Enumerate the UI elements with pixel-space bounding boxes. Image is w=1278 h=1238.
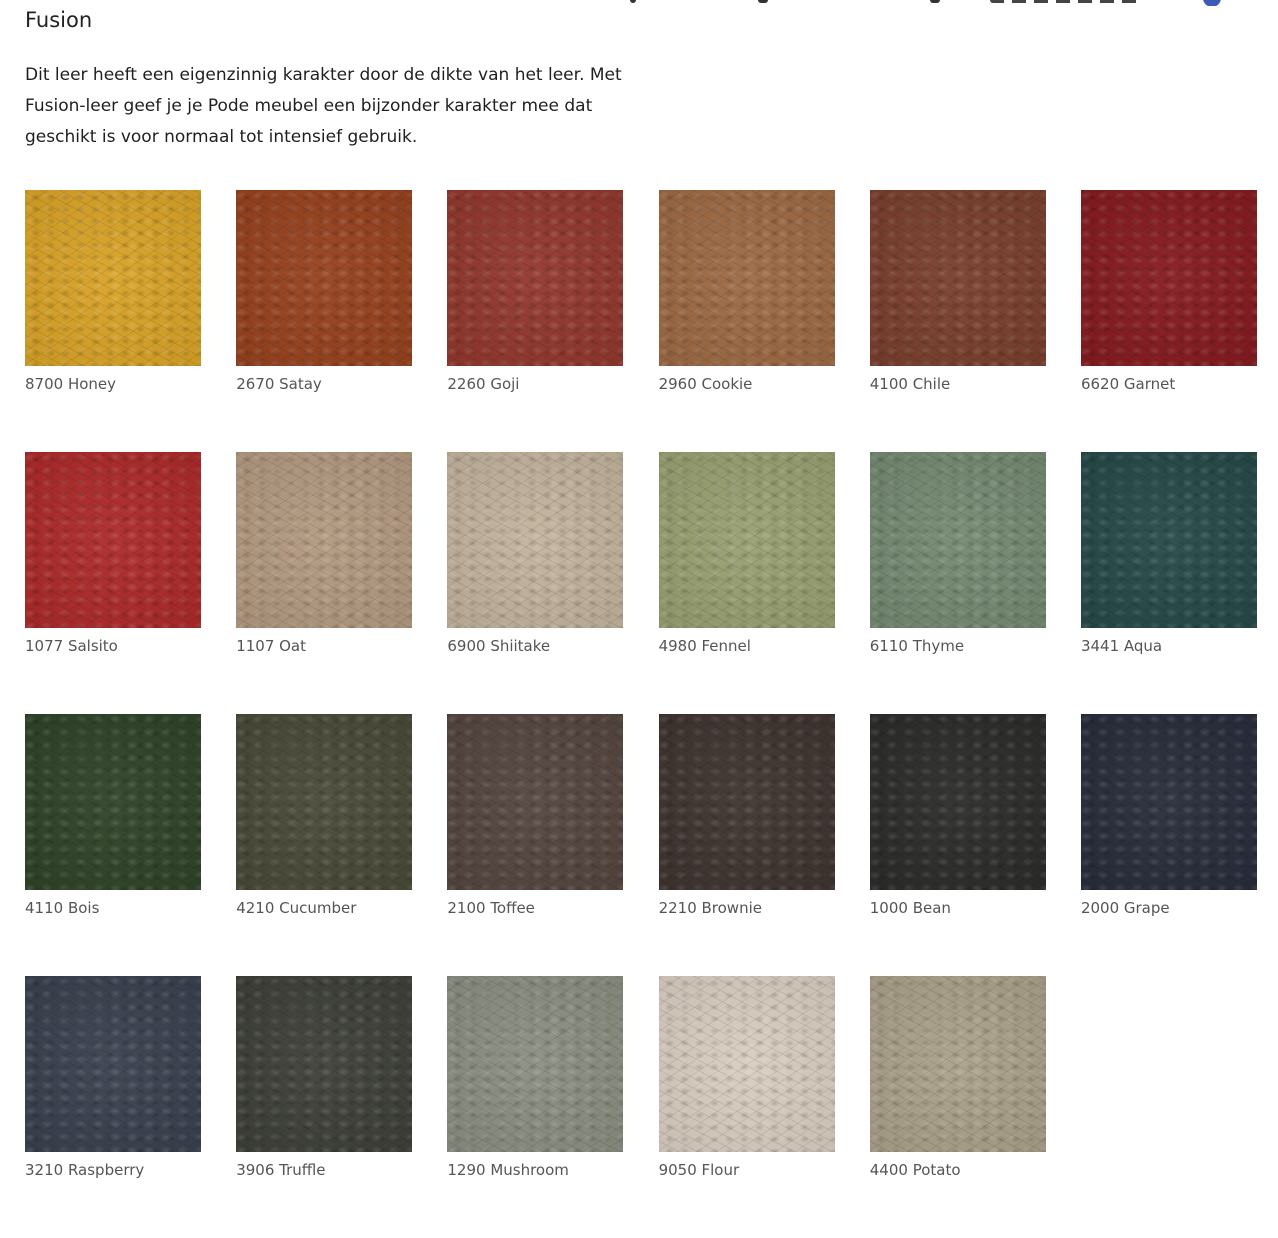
leather-swatch-image[interactable] [447, 190, 624, 366]
leather-swatch-card[interactable]: 6900 Shiitake [447, 452, 624, 714]
leather-swatch-image[interactable] [25, 714, 201, 890]
leather-swatch-image[interactable] [658, 190, 835, 366]
leather-swatch-image[interactable] [236, 714, 413, 890]
leather-swatch-card[interactable]: 1000 Bean [869, 714, 1046, 976]
leather-swatch-card[interactable]: 2000 Grape [1080, 714, 1257, 976]
swatch-label: 2260 Goji [447, 375, 520, 393]
swatch-label: 3441 Aqua [1080, 637, 1163, 655]
leather-swatch-image[interactable] [869, 452, 1046, 628]
leather-swatch-image[interactable] [25, 190, 201, 366]
leather-swatch-card[interactable]: 3906 Truffle [236, 976, 413, 1238]
swatch-label: 1107 Oat [236, 637, 307, 655]
leather-swatch-card[interactable]: 2960 Cookie [658, 190, 835, 452]
leather-swatch-card[interactable]: 1107 Oat [236, 452, 413, 714]
swatch-label: 6900 Shiitake [447, 637, 551, 655]
swatch-label: 2000 Grape [1080, 899, 1170, 917]
nav-fragment [758, 0, 768, 3]
swatch-label: 4210 Cucumber [236, 899, 357, 917]
leather-swatch-image[interactable] [447, 714, 624, 890]
swatch-label: 2960 Cookie [658, 375, 753, 393]
leather-swatch-image[interactable] [658, 452, 835, 628]
leather-swatch-image[interactable] [447, 976, 624, 1152]
leather-swatch-card[interactable]: 4400 Potato [869, 976, 1046, 1238]
leather-swatch-image[interactable] [25, 976, 201, 1152]
nav-fragment [930, 0, 940, 3]
section-title: Fusion [25, 8, 93, 32]
swatch-label: 3210 Raspberry [25, 1161, 145, 1179]
leather-swatch-card[interactable]: 8700 Honey [25, 190, 201, 452]
swatch-label: 6110 Thyme [869, 637, 965, 655]
leather-swatch-card[interactable]: 4210 Cucumber [236, 714, 413, 976]
leather-swatch-image[interactable] [869, 190, 1046, 366]
leather-swatch-card[interactable]: 4100 Chile [869, 190, 1046, 452]
leather-swatch-card[interactable]: 6110 Thyme [869, 452, 1046, 714]
swatch-label: 4100 Chile [869, 375, 951, 393]
leather-swatch-card[interactable]: 2210 Brownie [658, 714, 835, 976]
swatch-label: 2670 Satay [236, 375, 322, 393]
nav-fragment [990, 0, 1140, 3]
leather-swatch-card[interactable]: 1290 Mushroom [447, 976, 624, 1238]
swatch-label: 2210 Brownie [658, 899, 762, 917]
leather-swatch-image[interactable] [1080, 714, 1257, 890]
swatch-label: 4110 Bois [25, 899, 100, 917]
swatch-label: 3906 Truffle [236, 1161, 326, 1179]
swatch-label: 4400 Potato [869, 1161, 961, 1179]
leather-swatch-image[interactable] [658, 714, 835, 890]
swatch-label: 1000 Bean [869, 899, 951, 917]
leather-swatch-image[interactable] [25, 452, 201, 628]
leather-swatch-card[interactable]: 3210 Raspberry [25, 976, 201, 1238]
swatch-label: 1290 Mushroom [447, 1161, 569, 1179]
leather-swatch-image[interactable] [447, 452, 624, 628]
leather-swatch-image[interactable] [236, 452, 413, 628]
leather-swatch-card[interactable]: 2100 Toffee [447, 714, 624, 976]
leather-swatch-image[interactable] [236, 190, 413, 366]
leather-swatch-card[interactable]: 2670 Satay [236, 190, 413, 452]
leather-swatch-card[interactable]: 1077 Salsito [25, 452, 201, 714]
leather-swatch-image[interactable] [869, 976, 1046, 1152]
nav-fragment [630, 0, 636, 3]
leather-swatch-image[interactable] [1080, 452, 1257, 628]
account-badge-icon[interactable] [1203, 0, 1221, 6]
swatch-label: 1077 Salsito [25, 637, 118, 655]
swatch-label: 2100 Toffee [447, 899, 535, 917]
leather-swatch-image[interactable] [869, 714, 1046, 890]
swatch-label: 4980 Fennel [658, 637, 751, 655]
leather-swatch-card[interactable]: 2260 Goji [447, 190, 624, 452]
top-navigation-edge [0, 0, 1278, 6]
leather-swatch-card[interactable]: 9050 Flour [658, 976, 835, 1238]
swatch-label: 8700 Honey [25, 375, 117, 393]
leather-swatch-image[interactable] [236, 976, 413, 1152]
leather-swatch-image[interactable] [1080, 190, 1257, 366]
swatch-label: 6620 Garnet [1080, 375, 1176, 393]
swatch-grid: 8700 Honey 2670 Satay 2260 Goji 2960 Cookie… [25, 190, 1257, 1238]
leather-swatch-image[interactable] [658, 976, 835, 1152]
leather-swatch-card[interactable]: 3441 Aqua [1080, 452, 1257, 714]
leather-swatch-card[interactable]: 6620 Garnet [1080, 190, 1257, 452]
leather-swatch-card[interactable]: 4110 Bois [25, 714, 201, 976]
swatch-label: 9050 Flour [658, 1161, 740, 1179]
section-description: Dit leer heeft een eigenzinnig karakter … [25, 65, 622, 147]
leather-swatch-card[interactable]: 4980 Fennel [658, 452, 835, 714]
